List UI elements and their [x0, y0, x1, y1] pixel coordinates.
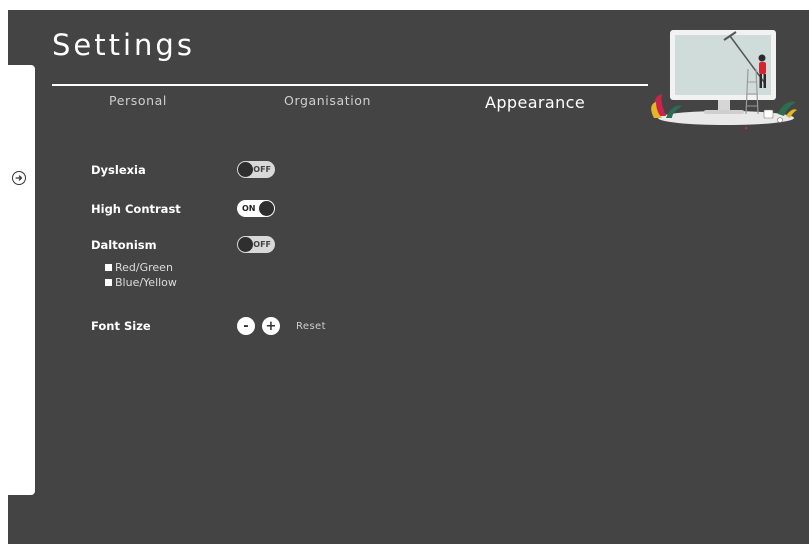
toggle-state-label: OFF [253, 165, 271, 174]
toggle-knob [259, 201, 274, 216]
toggle-knob [238, 162, 253, 177]
high-contrast-toggle[interactable]: ON [237, 200, 275, 217]
blue-yellow-label: Blue/Yellow [115, 276, 177, 289]
font-size-label: Font Size [91, 319, 151, 333]
toggle-knob [238, 237, 253, 252]
blue-yellow-checkbox[interactable] [105, 279, 112, 286]
red-green-option[interactable]: Red/Green [105, 261, 173, 274]
toggle-state-label: OFF [253, 240, 271, 249]
red-green-checkbox[interactable] [105, 264, 112, 271]
high-contrast-label: High Contrast [91, 202, 181, 216]
arrow-right-circle-icon [15, 175, 23, 181]
tab-organisation[interactable]: Organisation [284, 93, 371, 108]
daltonism-toggle[interactable]: OFF [237, 236, 275, 253]
toggle-state-label: ON [242, 204, 256, 213]
font-size-increase-button[interactable]: + [262, 317, 280, 335]
red-green-label: Red/Green [115, 261, 173, 274]
collapsed-sidebar [8, 65, 35, 495]
dyslexia-label: Dyslexia [91, 163, 146, 177]
title-divider [52, 84, 648, 86]
daltonism-label: Daltonism [91, 238, 157, 252]
dyslexia-toggle[interactable]: OFF [237, 161, 275, 178]
tab-personal[interactable]: Personal [109, 93, 167, 108]
blue-yellow-option[interactable]: Blue/Yellow [105, 276, 177, 289]
tab-appearance[interactable]: Appearance [485, 93, 585, 112]
font-size-decrease-button[interactable]: - [237, 317, 255, 335]
settings-window: Settings Personal Organisation Appearanc… [8, 10, 809, 544]
sidebar-expand-button[interactable] [12, 171, 26, 185]
font-size-reset-button[interactable]: Reset [296, 321, 326, 332]
page-title: Settings [52, 28, 195, 62]
monitor-cleaning-illustration [651, 30, 797, 130]
